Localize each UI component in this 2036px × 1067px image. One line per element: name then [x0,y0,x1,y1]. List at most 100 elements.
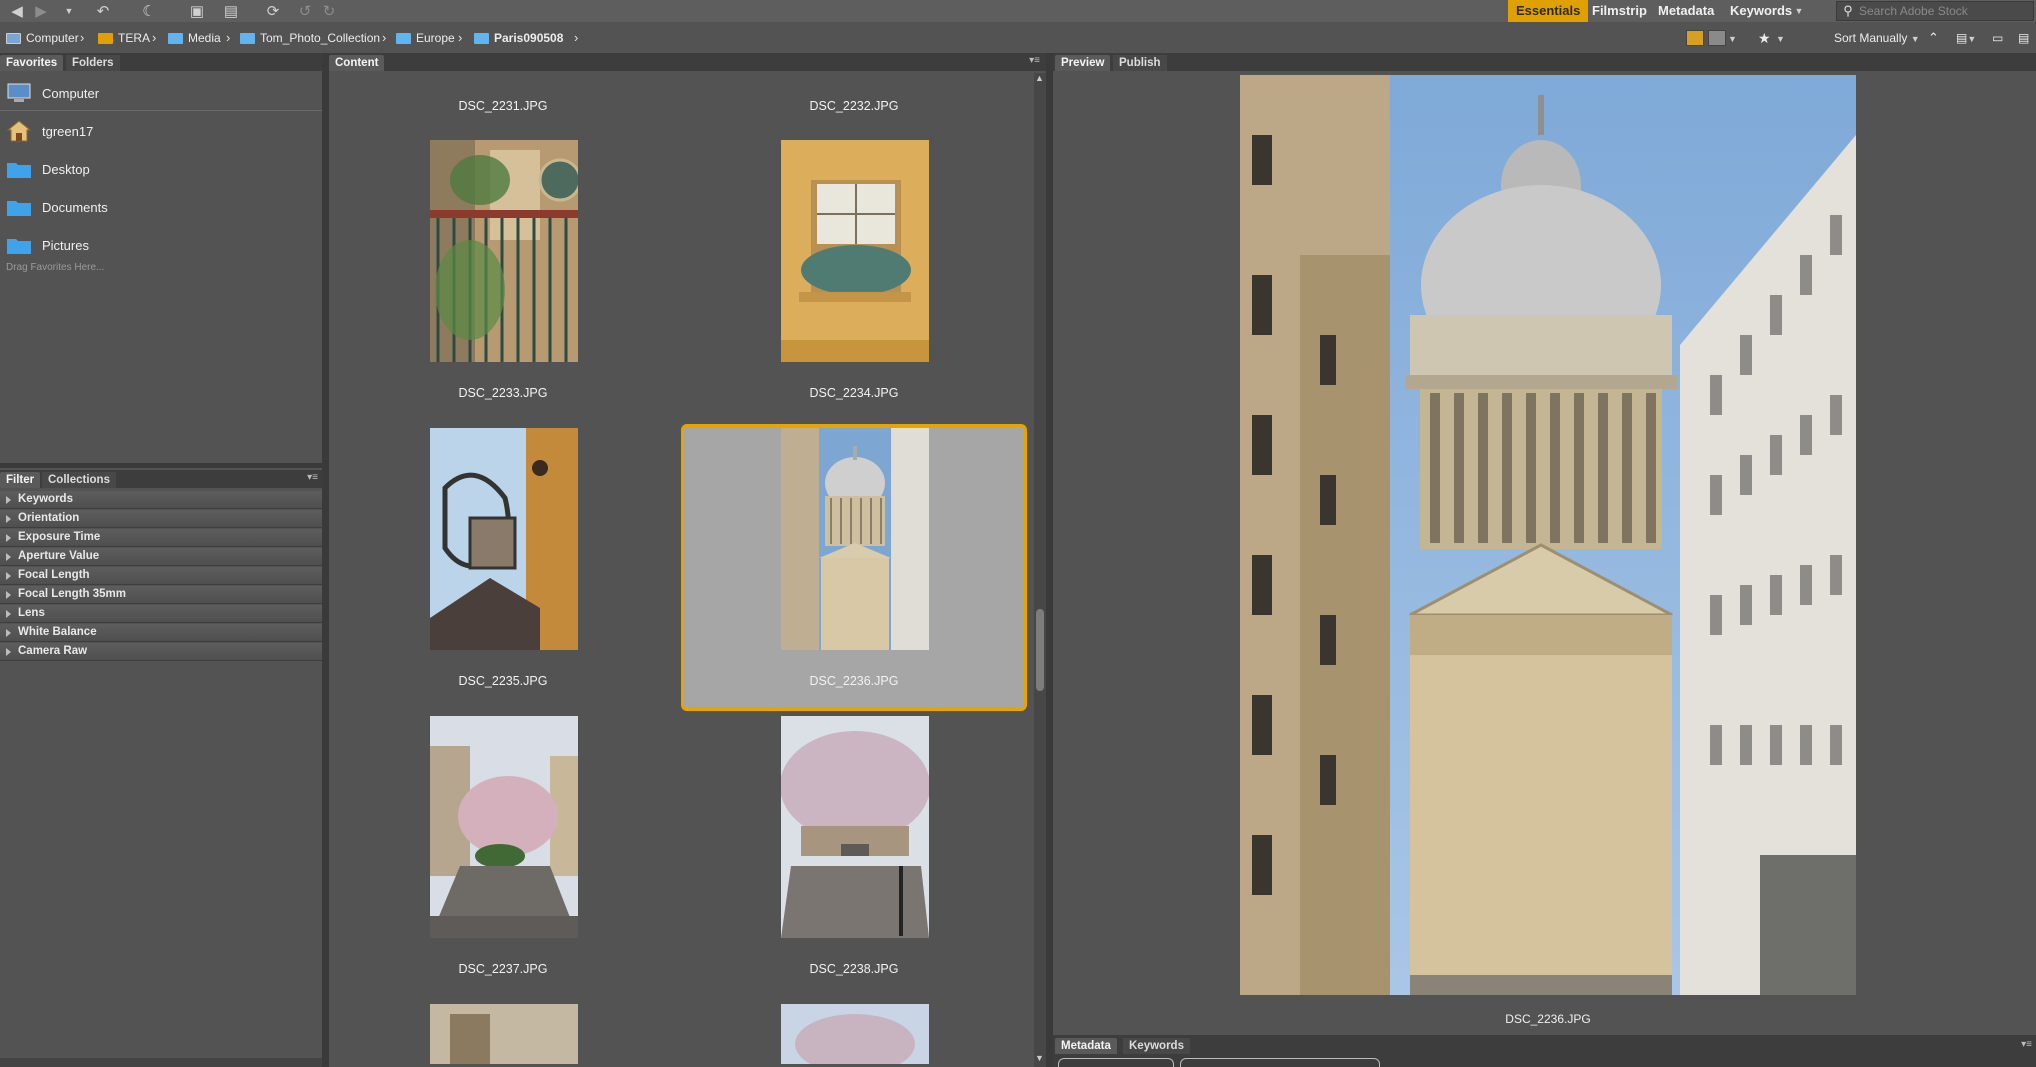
thumbnail-image[interactable] [781,716,929,938]
rating-dropdown-icon[interactable]: ▼ [1776,26,1785,50]
right-divider[interactable] [1046,53,1053,1067]
tab-metadata[interactable]: Metadata [1055,1038,1117,1054]
panel-menu-icon[interactable]: ▾≡ [2021,1039,2032,1050]
tab-keywords[interactable]: Keywords [1123,1038,1190,1054]
chevron-right-icon: › [382,30,387,45]
thumbnail-image[interactable] [781,428,929,650]
folder-icon [6,197,32,217]
breadcrumb-tom-photo-collection[interactable]: Tom_Photo_Collection [240,26,380,50]
scroll-down-icon[interactable]: ▼ [1035,1053,1044,1063]
tab-collections[interactable]: Collections [42,472,116,488]
scrollbar-thumb[interactable] [1036,609,1044,691]
camera-icon[interactable]: ▣ [186,1,208,21]
filter-row-focal-length-35mm[interactable]: Focal Length 35mm [0,586,322,604]
thumbnail-image[interactable] [430,716,578,938]
thumbnail-filename: DSC_2233.JPG [458,386,548,400]
open-icon[interactable]: ⟳ [262,1,284,21]
tab-preview[interactable]: Preview [1055,55,1111,71]
workspace-essentials[interactable]: Essentials [1508,0,1589,22]
folder-icon [6,159,32,179]
grid-view-icon[interactable] [1686,30,1704,46]
filter-row-focal-length[interactable]: Focal Length [0,567,322,585]
thumbnail-filename: DSC_2231.JPG [458,99,548,113]
delete-icon[interactable]: ▤ [2018,26,2029,50]
workspace-filmstrip[interactable]: Filmstrip [1584,0,1655,22]
search-box[interactable]: ⚲ [1836,1,2034,21]
workspace-menu-icon[interactable]: ▼ [1788,1,1810,21]
thumbnail-filename: DSC_2237.JPG [458,962,548,976]
sort-ascending-icon[interactable]: ⌃ [1928,26,1939,50]
favorite-computer[interactable]: Computer [6,78,99,108]
forward-icon[interactable]: ▶ [30,1,52,21]
breadcrumb-media[interactable]: Media [168,26,221,50]
view-dropdown-icon[interactable]: ▼ [1728,26,1737,50]
chevron-right-icon: › [458,30,463,45]
favorite-tgreen17[interactable]: tgreen17 [6,116,93,146]
thumbnail-filename: DSC_2234.JPG [809,386,899,400]
folder-icon [6,235,32,255]
rotate-left-icon[interactable]: ↺ [294,1,316,21]
tab-favorites[interactable]: Favorites [0,55,64,71]
folder-icon [168,32,183,44]
left-divider[interactable] [322,53,329,1067]
moon-icon[interactable]: ☾ [138,1,160,21]
favorite-pictures[interactable]: Pictures [6,230,89,260]
thumbnail-image[interactable] [430,140,578,362]
filter-row-aperture-value[interactable]: Aperture Value [0,548,322,566]
tab-publish[interactable]: Publish [1113,55,1167,71]
open-recent-icon[interactable]: ▤▼ [1956,26,1976,50]
favorites-panel: Favorites Folders Computer tgreen17 Desk… [0,53,322,463]
computer-icon [6,83,32,103]
back-icon[interactable]: ◀ [6,1,28,21]
search-icon: ⚲ [1843,3,1853,18]
thumbnail-image[interactable] [430,428,578,650]
content-scrollbar[interactable] [1034,73,1046,1067]
left-panel-footer [0,1058,322,1067]
filter-row-lens[interactable]: Lens [0,605,322,623]
panel-menu-icon[interactable]: ▾≡ [1029,55,1040,66]
star-filter-icon[interactable]: ★ [1758,26,1771,50]
preview-image[interactable] [1240,75,1856,995]
favorite-documents[interactable]: Documents [6,192,108,222]
boomerang-icon[interactable]: ↶ [92,1,114,21]
breadcrumb-paris090508[interactable]: Paris090508 [474,26,563,50]
preview-caption: DSC_2236.JPG [1505,1012,1591,1026]
new-folder-icon[interactable]: ▭ [1992,26,2003,50]
rotate-right-icon[interactable]: ↻ [318,1,340,21]
panel-splitter[interactable] [0,463,322,468]
refine-icon[interactable]: ▤ [220,1,242,21]
breadcrumb-europe[interactable]: Europe [396,26,455,50]
sort-dropdown[interactable]: Sort Manually ▼ [1834,26,1920,50]
filter-row-keywords[interactable]: Keywords [0,491,322,509]
thumbnail-image[interactable] [430,1004,578,1064]
tab-folders[interactable]: Folders [66,55,120,71]
content-panel: Content ▾≡ DSC_2231.JPG DSC_2232.JPG DSC… [329,53,1046,1067]
panel-menu-icon[interactable]: ▾≡ [307,472,318,483]
tab-filter[interactable]: Filter [0,472,41,488]
recent-dropdown-icon[interactable]: ▼ [58,1,80,21]
scroll-up-icon[interactable]: ▲ [1035,73,1044,83]
chevron-right-icon: › [226,30,231,45]
tab-content[interactable]: Content [329,55,385,71]
filter-panel: Filter Collections ▾≡ Keywords Orientati… [0,470,322,1067]
thumbnail-filename: DSC_2238.JPG [809,962,899,976]
workspace-metadata[interactable]: Metadata [1650,0,1722,22]
filter-row-camera-raw[interactable]: Camera Raw [0,643,322,661]
drag-favorites-hint: Drag Favorites Here... [6,262,105,273]
breadcrumb-computer[interactable]: Computer [6,26,79,50]
thumbnail-image[interactable] [781,140,929,362]
filter-row-exposure-time[interactable]: Exposure Time [0,529,322,547]
folder-icon [396,32,411,44]
metadata-placard-exposure [1058,1058,1174,1067]
favorites-divider [0,110,322,111]
application-toolbar: ◀ ▶ ▼ ↶ ☾ ▣ ▤ ⟳ ↺ ↻ Essentials Filmstrip… [0,0,2036,22]
thumbnail-image[interactable] [781,1004,929,1064]
search-input[interactable] [1859,4,2029,18]
home-icon [6,120,32,142]
list-view-icon[interactable] [1708,30,1726,46]
breadcrumb-tera[interactable]: TERA [98,26,150,50]
filter-row-white-balance[interactable]: White Balance [0,624,322,642]
favorite-desktop[interactable]: Desktop [6,154,90,184]
filter-row-orientation[interactable]: Orientation [0,510,322,528]
chevron-right-icon: › [574,30,579,45]
